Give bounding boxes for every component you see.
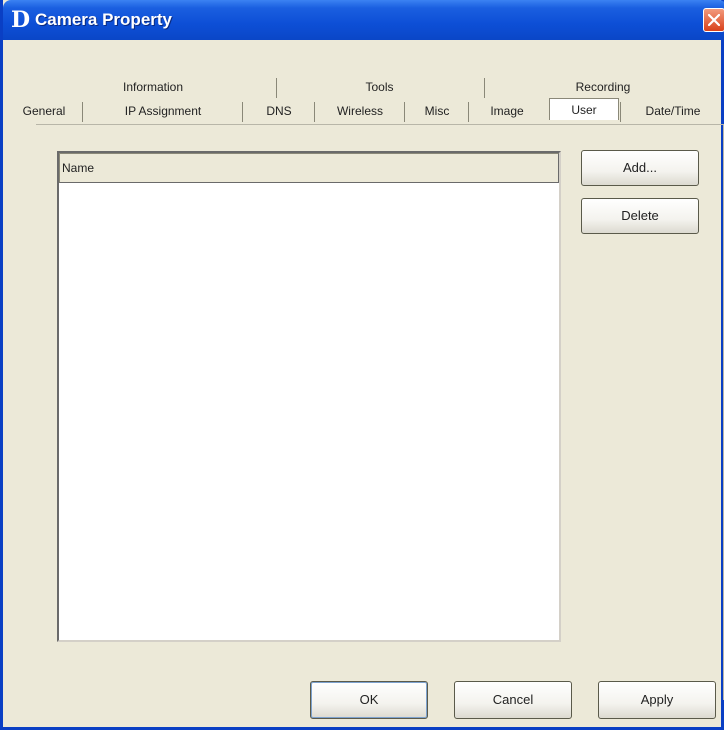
apply-button[interactable]: Apply — [598, 681, 716, 719]
ok-button-label: OK — [359, 692, 379, 707]
camera-property-dialog: D Camera Property Information Tools Reco… — [0, 0, 724, 730]
tab-image[interactable]: Image — [470, 100, 544, 122]
tab-label: Information — [122, 80, 184, 94]
apply-button-label: Apply — [640, 692, 674, 707]
tab-label: Misc — [424, 104, 450, 118]
tab-label: DNS — [266, 104, 292, 118]
close-icon — [708, 14, 720, 26]
tab-divider — [404, 102, 405, 122]
tab-label: General — [22, 104, 66, 118]
tab-wireless[interactable]: Wireless — [316, 100, 404, 122]
tab-misc[interactable]: Misc — [406, 100, 468, 122]
cancel-button[interactable]: Cancel — [454, 681, 572, 719]
tab-tools[interactable]: Tools — [277, 76, 482, 98]
tab-dns[interactable]: DNS — [244, 100, 314, 122]
delete-button-label: Delete — [621, 208, 659, 223]
tab-divider — [82, 102, 83, 122]
tab-date-time[interactable]: Date/Time — [622, 100, 724, 122]
tab-divider — [314, 102, 315, 122]
tab-divider — [468, 102, 469, 122]
tab-label: Wireless — [336, 104, 383, 118]
tab-information[interactable]: Information — [33, 76, 273, 98]
window-title: Camera Property — [35, 10, 173, 29]
tab-row-bottom: General IP Assignment DNS Wireless Misc … — [3, 98, 724, 122]
close-button[interactable] — [703, 8, 724, 32]
tab-divider — [620, 102, 621, 122]
tab-label: Date/Time — [645, 104, 701, 118]
add-button[interactable]: Add... — [581, 150, 699, 186]
column-header-label: Name — [62, 161, 95, 175]
ok-button[interactable]: OK — [310, 681, 428, 719]
tab-label: Tools — [365, 80, 394, 94]
tab-ip-assignment[interactable]: IP Assignment — [84, 100, 242, 122]
column-header-name[interactable]: Name — [59, 153, 559, 183]
add-button-label: Add... — [623, 160, 657, 175]
tab-general[interactable]: General — [7, 100, 81, 122]
cancel-button-label: Cancel — [492, 692, 534, 707]
delete-button[interactable]: Delete — [581, 198, 699, 234]
tab-label: Image — [490, 104, 524, 118]
user-list[interactable]: Name — [57, 151, 561, 642]
tab-divider — [242, 102, 243, 122]
tab-label: Recording — [575, 80, 631, 94]
tab-recording[interactable]: Recording — [485, 76, 721, 98]
dlink-logo-icon: D — [11, 7, 31, 33]
tab-label: IP Assignment — [124, 104, 202, 118]
tab-row-top: Information Tools Recording — [33, 76, 723, 98]
tab-label: User — [571, 103, 597, 117]
title-bar[interactable]: D Camera Property — [3, 0, 724, 40]
tab-user[interactable]: User — [549, 98, 619, 120]
